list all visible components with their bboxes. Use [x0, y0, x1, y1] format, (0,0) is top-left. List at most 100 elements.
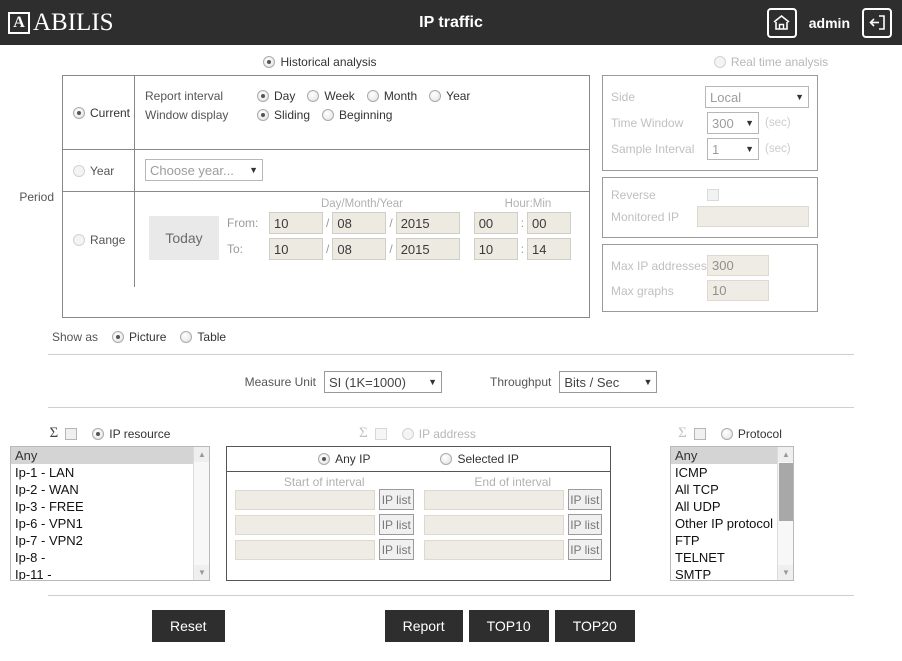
ip-address-sum-checkbox[interactable]	[375, 428, 387, 440]
interval-year-label: Year	[446, 89, 470, 103]
start-interval-input[interactable]	[235, 540, 375, 560]
protocol-listbox[interactable]: AnyICMPAll TCPAll UDPOther IP protocolFT…	[670, 446, 794, 581]
radio-interval-year[interactable]: Year	[429, 89, 470, 103]
protocol-option[interactable]: ICMP	[671, 464, 793, 481]
protocol-option[interactable]: TELNET	[671, 549, 793, 566]
radio-show-table[interactable]: Table	[180, 330, 226, 344]
from-day-input[interactable]	[269, 212, 323, 234]
ip-list-button[interactable]: IP list	[568, 514, 603, 535]
ip-resource-option[interactable]: Ip-7 - VPN2	[11, 532, 209, 549]
ip-resource-option[interactable]: Any	[11, 447, 209, 464]
reset-button[interactable]: Reset	[152, 610, 225, 642]
measure-unit-select[interactable]: SI (1K=1000) ▼	[324, 371, 442, 393]
ip-resource-scrollbar[interactable]: ▲ ▼	[193, 447, 209, 580]
period-box: Current Report interval Day Week	[62, 75, 590, 318]
show-as-row: Show as Picture Table	[52, 330, 902, 344]
radio-period-year[interactable]: Year	[73, 164, 114, 178]
end-interval-input[interactable]	[424, 540, 564, 560]
report-button[interactable]: Report	[385, 610, 463, 642]
home-icon[interactable]	[767, 8, 797, 38]
realtime-analysis-radio-dot	[714, 56, 726, 68]
radio-period-range[interactable]: Range	[73, 233, 125, 247]
radio-historical-analysis[interactable]: Historical analysis	[263, 55, 376, 69]
scroll-down-icon[interactable]: ▼	[778, 565, 794, 580]
ip-resource-option[interactable]: Ip-1 - LAN	[11, 464, 209, 481]
to-minute-input[interactable]	[527, 238, 571, 260]
ip-list-button[interactable]: IP list	[379, 539, 414, 560]
side-value: Local	[710, 90, 741, 105]
ip-resource-sum-checkbox[interactable]	[65, 428, 77, 440]
period-year-radio-dot	[73, 165, 85, 177]
scroll-up-icon[interactable]: ▲	[778, 447, 794, 462]
to-year-input[interactable]	[396, 238, 460, 260]
ip-resource-items[interactable]: AnyIp-1 - LANIp-2 - WANIp-3 - FREEIp-6 -…	[11, 447, 209, 581]
protocol-option[interactable]: Other IP protocol	[671, 515, 793, 532]
radio-selected-ip[interactable]: Selected IP	[440, 452, 518, 466]
ip-resource-listbox[interactable]: AnyIp-1 - LANIp-2 - WANIp-3 - FREEIp-6 -…	[10, 446, 210, 581]
period-current-selector[interactable]: Current	[63, 76, 135, 149]
radio-any-ip[interactable]: Any IP	[318, 452, 370, 466]
ip-list-button[interactable]: IP list	[379, 489, 414, 510]
ip-resource-option[interactable]: Ip-2 - WAN	[11, 481, 209, 498]
radio-interval-week[interactable]: Week	[307, 89, 354, 103]
from-hour-input[interactable]	[474, 212, 518, 234]
to-day-input[interactable]	[269, 238, 323, 260]
radio-window-sliding[interactable]: Sliding	[257, 108, 310, 122]
top20-button[interactable]: TOP20	[555, 610, 635, 642]
top10-button[interactable]: TOP10	[469, 610, 549, 642]
scroll-up-icon[interactable]: ▲	[194, 447, 210, 462]
ip-list-button[interactable]: IP list	[568, 489, 603, 510]
reverse-checkbox[interactable]	[707, 189, 719, 201]
protocol-sum-checkbox[interactable]	[694, 428, 706, 440]
ip-resource-option[interactable]: Ip-3 - FREE	[11, 498, 209, 515]
from-minute-input[interactable]	[527, 212, 571, 234]
radio-show-picture[interactable]: Picture	[112, 330, 166, 344]
radio-window-beginning[interactable]: Beginning	[322, 108, 392, 122]
end-interval-input[interactable]	[424, 515, 564, 535]
protocol-items[interactable]: AnyICMPAll TCPAll UDPOther IP protocolFT…	[671, 447, 793, 581]
start-interval-input[interactable]	[235, 490, 375, 510]
from-year-input[interactable]	[396, 212, 460, 234]
radio-ip-resource[interactable]: IP resource	[92, 427, 170, 441]
to-month-input[interactable]	[332, 238, 386, 260]
throughput-select[interactable]: Bits / Sec ▼	[559, 371, 657, 393]
protocol-option[interactable]: FTP	[671, 532, 793, 549]
protocol-option[interactable]: SMTP	[671, 566, 793, 581]
period-range-radio-dot	[73, 234, 85, 246]
monitored-ip-input[interactable]	[697, 206, 809, 227]
protocol-scrollbar[interactable]: ▲ ▼	[777, 447, 793, 580]
side-select[interactable]: Local ▼	[705, 86, 809, 108]
ip-list-button[interactable]: IP list	[568, 539, 603, 560]
radio-ip-address[interactable]: IP address	[402, 427, 476, 441]
sample-interval-select[interactable]: 1 ▼	[707, 138, 759, 160]
scroll-down-icon[interactable]: ▼	[194, 565, 210, 580]
time-window-select[interactable]: 300 ▼	[707, 112, 759, 134]
radio-protocol[interactable]: Protocol	[721, 427, 782, 441]
protocol-option[interactable]: All UDP	[671, 498, 793, 515]
max-ip-addresses-input[interactable]	[707, 255, 769, 276]
today-button[interactable]: Today	[149, 216, 218, 260]
ip-list-button[interactable]: IP list	[379, 514, 414, 535]
sum-symbol-ip-address: Σ	[359, 426, 368, 441]
protocol-option[interactable]: Any	[671, 447, 793, 464]
ip-resource-option[interactable]: Ip-11 -	[11, 566, 209, 581]
radio-period-current[interactable]: Current	[73, 106, 130, 120]
ip-resource-option[interactable]: Ip-6 - VPN1	[11, 515, 209, 532]
radio-interval-month[interactable]: Month	[367, 89, 417, 103]
radio-interval-day[interactable]: Day	[257, 89, 295, 103]
start-interval-input[interactable]	[235, 515, 375, 535]
choose-year-select[interactable]: Choose year... ▼	[145, 159, 263, 181]
from-month-input[interactable]	[332, 212, 386, 234]
max-graphs-input[interactable]	[707, 280, 769, 301]
protocol-radio-dot	[721, 428, 733, 440]
protocol-option[interactable]: All TCP	[671, 481, 793, 498]
period-range-selector[interactable]: Range	[63, 192, 135, 287]
period-year-selector[interactable]: Year	[63, 150, 135, 191]
radio-realtime-analysis[interactable]: Real time analysis	[714, 55, 828, 69]
logout-icon[interactable]	[862, 8, 892, 38]
to-hour-input[interactable]	[474, 238, 518, 260]
protocol-scrollbar-thumb[interactable]	[779, 463, 793, 521]
ip-resource-option[interactable]: Ip-8 -	[11, 549, 209, 566]
end-interval-input[interactable]	[424, 490, 564, 510]
main-content: Period Current Report interval Day	[0, 75, 902, 642]
